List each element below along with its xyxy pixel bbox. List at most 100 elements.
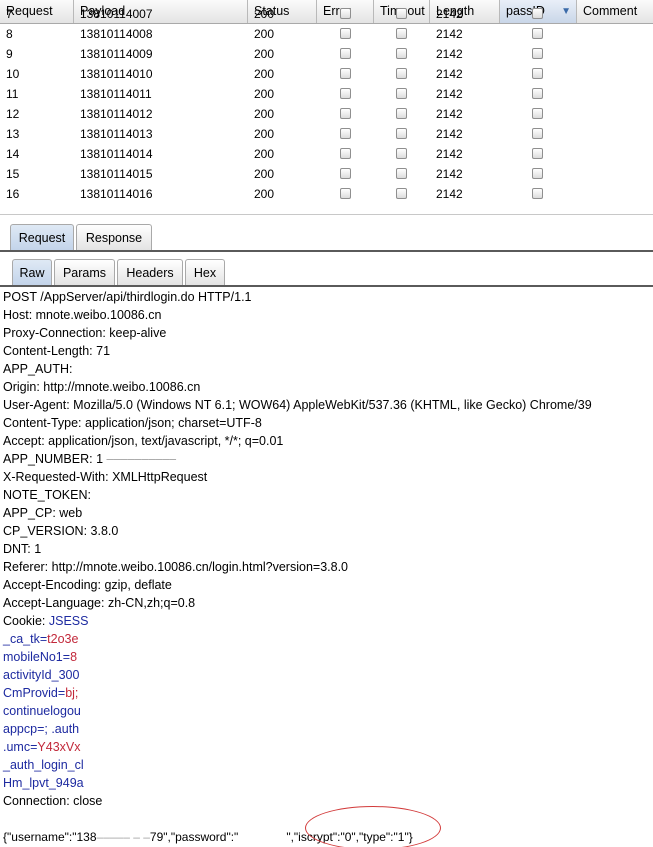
cookie-key: _auth_login_cl (3, 758, 84, 772)
body-part-password: 79","password":" (149, 830, 239, 844)
table-row[interactable]: 7 13810114007 200 2142 (0, 4, 653, 24)
cell-length: 2142 (436, 27, 463, 41)
cookie-line: CmProvid=bj; (3, 684, 78, 702)
cell-status: 200 (254, 7, 275, 21)
passid-checkbox[interactable] (532, 48, 543, 59)
header-line: User-Agent: Mozilla/5.0 (Windows NT 6.1;… (3, 398, 592, 412)
passid-checkbox[interactable] (532, 8, 543, 19)
timeout-checkbox[interactable] (396, 48, 407, 59)
passid-checkbox[interactable] (532, 148, 543, 159)
cookie-line: appcp=; .auth (3, 720, 79, 738)
cell-request: 12 (6, 107, 20, 121)
header-line: Content-Type: application/json; charset=… (3, 416, 262, 430)
request-body: {"username":"138‒‒‒‒‒ ‒ ‒79","password":… (3, 828, 413, 846)
header-line: APP_CP: web (3, 506, 83, 520)
table-row[interactable]: 13 13810114013 200 2142 (0, 124, 653, 144)
cell-status: 200 (254, 27, 275, 41)
cell-length: 2142 (436, 127, 463, 141)
timeout-checkbox[interactable] (396, 8, 407, 19)
body-part-username: {"username":"138 (3, 830, 97, 844)
cell-request: 10 (6, 67, 20, 81)
timeout-checkbox[interactable] (396, 128, 407, 139)
passid-checkbox[interactable] (532, 68, 543, 79)
header-line: Origin: http://mnote.weibo.10086.cn (3, 380, 201, 394)
cookie-value: t2o3e (47, 632, 79, 646)
cell-status: 200 (254, 127, 275, 141)
tab-params[interactable]: Params (54, 259, 115, 285)
cell-length: 2142 (436, 47, 463, 61)
cell-status: 200 (254, 87, 275, 101)
header-line: Connection: close (3, 794, 103, 808)
table-row[interactable]: 10 13810114010 200 2142 (0, 64, 653, 84)
cookie-key: Hm_lpvt_949a (3, 776, 84, 790)
cell-payload: 13810114013 (80, 127, 153, 141)
passid-checkbox[interactable] (532, 168, 543, 179)
cookie-line: _auth_login_cl (3, 756, 84, 774)
cell-payload: 13810114012 (80, 107, 153, 121)
error-checkbox[interactable] (340, 88, 351, 99)
cookie-key: appcp (3, 722, 38, 736)
cell-request: 9 (6, 47, 13, 61)
error-checkbox[interactable] (340, 108, 351, 119)
table-row[interactable]: 8 13810114008 200 2142 (0, 24, 653, 44)
cell-request: 7 (6, 7, 13, 21)
timeout-checkbox[interactable] (396, 108, 407, 119)
cell-status: 200 (254, 187, 275, 201)
error-checkbox[interactable] (340, 8, 351, 19)
cookie-line: .umc=Y43xVx (3, 738, 81, 756)
cell-status: 200 (254, 167, 275, 181)
error-checkbox[interactable] (340, 148, 351, 159)
error-checkbox[interactable] (340, 168, 351, 179)
cookie-key: JSESS (48, 614, 89, 628)
table-row[interactable]: 15 13810114015 200 2142 (0, 164, 653, 184)
cell-request: 15 (6, 167, 20, 181)
cookie-line: Hm_lpvt_949a (3, 774, 84, 792)
header-line: Referer: http://mnote.weibo.10086.cn/log… (3, 560, 348, 574)
raw-request-editor[interactable]: POST /AppServer/api/thirdlogin.do HTTP/1… (0, 288, 653, 847)
cookie-sep: =; (37, 722, 52, 736)
passid-checkbox[interactable] (532, 28, 543, 39)
cell-request: 16 (6, 187, 20, 201)
passid-checkbox[interactable] (532, 128, 543, 139)
cell-payload: 13810114015 (80, 167, 153, 181)
passid-checkbox[interactable] (532, 188, 543, 199)
cell-payload: 13810114007 (80, 7, 153, 21)
error-checkbox[interactable] (340, 68, 351, 79)
tab-raw[interactable]: Raw (12, 259, 52, 285)
error-checkbox[interactable] (340, 188, 351, 199)
timeout-checkbox[interactable] (396, 88, 407, 99)
cookie-key: activityId_300 (3, 668, 80, 682)
cookie-line: activityId_300 (3, 666, 79, 684)
timeout-checkbox[interactable] (396, 28, 407, 39)
cell-payload: 13810114008 (80, 27, 153, 41)
error-checkbox[interactable] (340, 28, 351, 39)
cell-request: 11 (6, 87, 19, 101)
timeout-checkbox[interactable] (396, 188, 407, 199)
cookie-key: .umc (3, 740, 31, 754)
message-tabs: Request Response (0, 224, 653, 254)
table-row[interactable]: 12 13810114012 200 2142 (0, 104, 653, 124)
table-row[interactable]: 14 13810114014 200 2142 (0, 144, 653, 164)
table-row[interactable]: 9 13810114009 200 2142 (0, 44, 653, 64)
tab-request[interactable]: Request (10, 224, 74, 250)
tab-headers[interactable]: Headers (117, 259, 183, 285)
cell-payload: 13810114014 (80, 147, 153, 161)
error-checkbox[interactable] (340, 128, 351, 139)
table-row[interactable]: 11 13810114011 200 2142 (0, 84, 653, 104)
header-line: CP_VERSION: 3.8.0 (3, 524, 119, 538)
cookie-key: CmProvid (3, 686, 58, 700)
table-row[interactable]: 16 13810114016 200 2142 (0, 184, 653, 204)
error-checkbox[interactable] (340, 48, 351, 59)
tab-response[interactable]: Response (76, 224, 152, 250)
cell-status: 200 (254, 107, 275, 121)
timeout-checkbox[interactable] (396, 68, 407, 79)
cell-length: 2142 (436, 7, 463, 21)
header-line: Host: mnote.weibo.10086.cn (3, 308, 162, 322)
passid-checkbox[interactable] (532, 88, 543, 99)
cell-length: 2142 (436, 187, 463, 201)
timeout-checkbox[interactable] (396, 148, 407, 159)
timeout-checkbox[interactable] (396, 168, 407, 179)
cookie-value: .auth (51, 722, 80, 736)
passid-checkbox[interactable] (532, 108, 543, 119)
tab-hex[interactable]: Hex (185, 259, 225, 285)
